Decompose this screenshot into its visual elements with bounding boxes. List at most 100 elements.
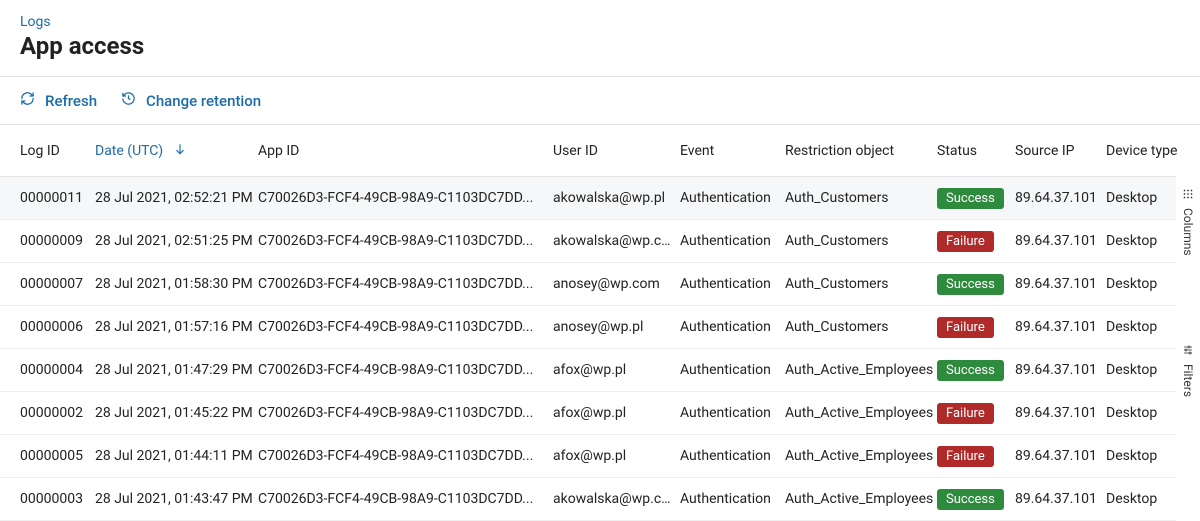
cell-user: afox@wp.pl	[553, 362, 680, 378]
cell-status: Failure	[937, 403, 1015, 424]
cell-appid: C70026D3-FCF4-49CB-98A9-C1103DC7DD...	[258, 276, 553, 292]
cell-ip: 89.64.37.101	[1015, 405, 1106, 421]
cell-date: 28 Jul 2021, 01:57:16 PM	[95, 319, 258, 335]
cell-device: Desktop	[1106, 319, 1186, 335]
cell-logid: 00000006	[20, 319, 95, 335]
columns-panel-toggle[interactable]: Columns	[1181, 184, 1195, 260]
col-userid[interactable]: User ID	[553, 143, 680, 159]
cell-restriction: Auth_Active_Employees	[785, 405, 937, 421]
filters-icon	[1181, 344, 1195, 356]
status-badge: Success	[937, 489, 1004, 510]
cell-ip: 89.64.37.101	[1015, 190, 1106, 206]
columns-icon	[1181, 188, 1195, 200]
page-title: App access	[20, 32, 1180, 60]
cell-logid: 00000004	[20, 362, 95, 378]
cell-device: Desktop	[1106, 276, 1186, 292]
cell-logid: 00000007	[20, 276, 95, 292]
change-retention-button[interactable]: Change retention	[121, 91, 261, 110]
cell-appid: C70026D3-FCF4-49CB-98A9-C1103DC7DD...	[258, 362, 553, 378]
table-row[interactable]: 0000000728 Jul 2021, 01:58:30 PMC70026D3…	[0, 263, 1176, 306]
status-badge: Failure	[937, 446, 994, 467]
cell-user: afox@wp.pl	[553, 448, 680, 464]
side-tabs: Columns Filters	[1176, 184, 1200, 401]
table-row[interactable]: 0000000928 Jul 2021, 02:51:25 PMC70026D3…	[0, 220, 1176, 263]
cell-restriction: Auth_Customers	[785, 233, 937, 249]
cell-user: afox@wp.pl	[553, 405, 680, 421]
col-restriction[interactable]: Restriction object	[785, 143, 937, 159]
col-sourceip[interactable]: Source IP	[1015, 143, 1106, 159]
cell-appid: C70026D3-FCF4-49CB-98A9-C1103DC7DD...	[258, 405, 553, 421]
cell-restriction: Auth_Active_Employees	[785, 491, 937, 507]
cell-user: akowalska@wp.pl	[553, 190, 680, 206]
cell-appid: C70026D3-FCF4-49CB-98A9-C1103DC7DD...	[258, 233, 553, 249]
cell-status: Failure	[937, 317, 1015, 338]
col-date[interactable]: Date (UTC)	[95, 142, 258, 160]
refresh-label: Refresh	[45, 92, 97, 110]
toolbar: Refresh Change retention	[0, 77, 1200, 124]
cell-device: Desktop	[1106, 448, 1186, 464]
table-row[interactable]: 0000001128 Jul 2021, 02:52:21 PMC70026D3…	[0, 177, 1176, 220]
cell-device: Desktop	[1106, 233, 1186, 249]
cell-ip: 89.64.37.101	[1015, 362, 1106, 378]
sort-desc-icon	[173, 142, 187, 160]
cell-date: 28 Jul 2021, 01:45:22 PM	[95, 405, 258, 421]
breadcrumb[interactable]: Logs	[20, 14, 1180, 30]
status-badge: Success	[937, 360, 1004, 381]
status-badge: Success	[937, 188, 1004, 209]
status-badge: Success	[937, 274, 1004, 295]
cell-event: Authentication	[680, 362, 785, 378]
status-badge: Failure	[937, 317, 994, 338]
col-event[interactable]: Event	[680, 143, 785, 159]
cell-appid: C70026D3-FCF4-49CB-98A9-C1103DC7DD...	[258, 491, 553, 507]
table-row[interactable]: 0000000428 Jul 2021, 01:47:29 PMC70026D3…	[0, 349, 1176, 392]
filters-panel-toggle[interactable]: Filters	[1181, 340, 1195, 401]
cell-restriction: Auth_Active_Employees	[785, 448, 937, 464]
cell-appid: C70026D3-FCF4-49CB-98A9-C1103DC7DD...	[258, 319, 553, 335]
refresh-button[interactable]: Refresh	[20, 91, 97, 110]
cell-ip: 89.64.37.101	[1015, 319, 1106, 335]
cell-logid: 00000011	[20, 190, 95, 206]
cell-status: Success	[937, 489, 1015, 510]
table-row[interactable]: 0000000528 Jul 2021, 01:44:11 PMC70026D3…	[0, 435, 1176, 478]
cell-logid: 00000002	[20, 405, 95, 421]
table-row[interactable]: 0000000228 Jul 2021, 01:45:22 PMC70026D3…	[0, 392, 1176, 435]
history-icon	[121, 91, 136, 110]
cell-appid: C70026D3-FCF4-49CB-98A9-C1103DC7DD...	[258, 190, 553, 206]
cell-device: Desktop	[1106, 362, 1186, 378]
cell-appid: C70026D3-FCF4-49CB-98A9-C1103DC7DD...	[258, 448, 553, 464]
col-device[interactable]: Device type	[1106, 143, 1186, 159]
table-row[interactable]: 0000000328 Jul 2021, 01:43:47 PMC70026D3…	[0, 478, 1176, 521]
cell-user: akowalska@wp.com	[553, 233, 680, 249]
cell-date: 28 Jul 2021, 01:58:30 PM	[95, 276, 258, 292]
cell-device: Desktop	[1106, 405, 1186, 421]
col-status[interactable]: Status	[937, 143, 1015, 159]
cell-status: Success	[937, 274, 1015, 295]
status-badge: Failure	[937, 231, 994, 252]
cell-event: Authentication	[680, 448, 785, 464]
cell-event: Authentication	[680, 233, 785, 249]
cell-ip: 89.64.37.101	[1015, 276, 1106, 292]
cell-ip: 89.64.37.101	[1015, 448, 1106, 464]
cell-logid: 00000009	[20, 233, 95, 249]
cell-restriction: Auth_Active_Employees	[785, 362, 937, 378]
filters-label: Filters	[1181, 364, 1195, 397]
cell-status: Success	[937, 360, 1015, 381]
cell-event: Authentication	[680, 491, 785, 507]
cell-status: Success	[937, 188, 1015, 209]
change-retention-label: Change retention	[146, 92, 261, 110]
columns-label: Columns	[1181, 208, 1195, 256]
refresh-icon	[20, 91, 35, 110]
col-logid[interactable]: Log ID	[20, 143, 95, 159]
cell-ip: 89.64.37.101	[1015, 233, 1106, 249]
cell-device: Desktop	[1106, 491, 1186, 507]
cell-event: Authentication	[680, 276, 785, 292]
cell-date: 28 Jul 2021, 02:51:25 PM	[95, 233, 258, 249]
col-appid[interactable]: App ID	[258, 143, 553, 159]
table-header: Log ID Date (UTC) App ID User ID Event R…	[0, 125, 1176, 177]
cell-date: 28 Jul 2021, 01:43:47 PM	[95, 491, 258, 507]
col-date-label: Date (UTC)	[95, 143, 163, 159]
cell-date: 28 Jul 2021, 01:44:11 PM	[95, 448, 258, 464]
cell-device: Desktop	[1106, 190, 1186, 206]
table-row[interactable]: 0000000628 Jul 2021, 01:57:16 PMC70026D3…	[0, 306, 1176, 349]
cell-user: anosey@wp.com	[553, 276, 680, 292]
